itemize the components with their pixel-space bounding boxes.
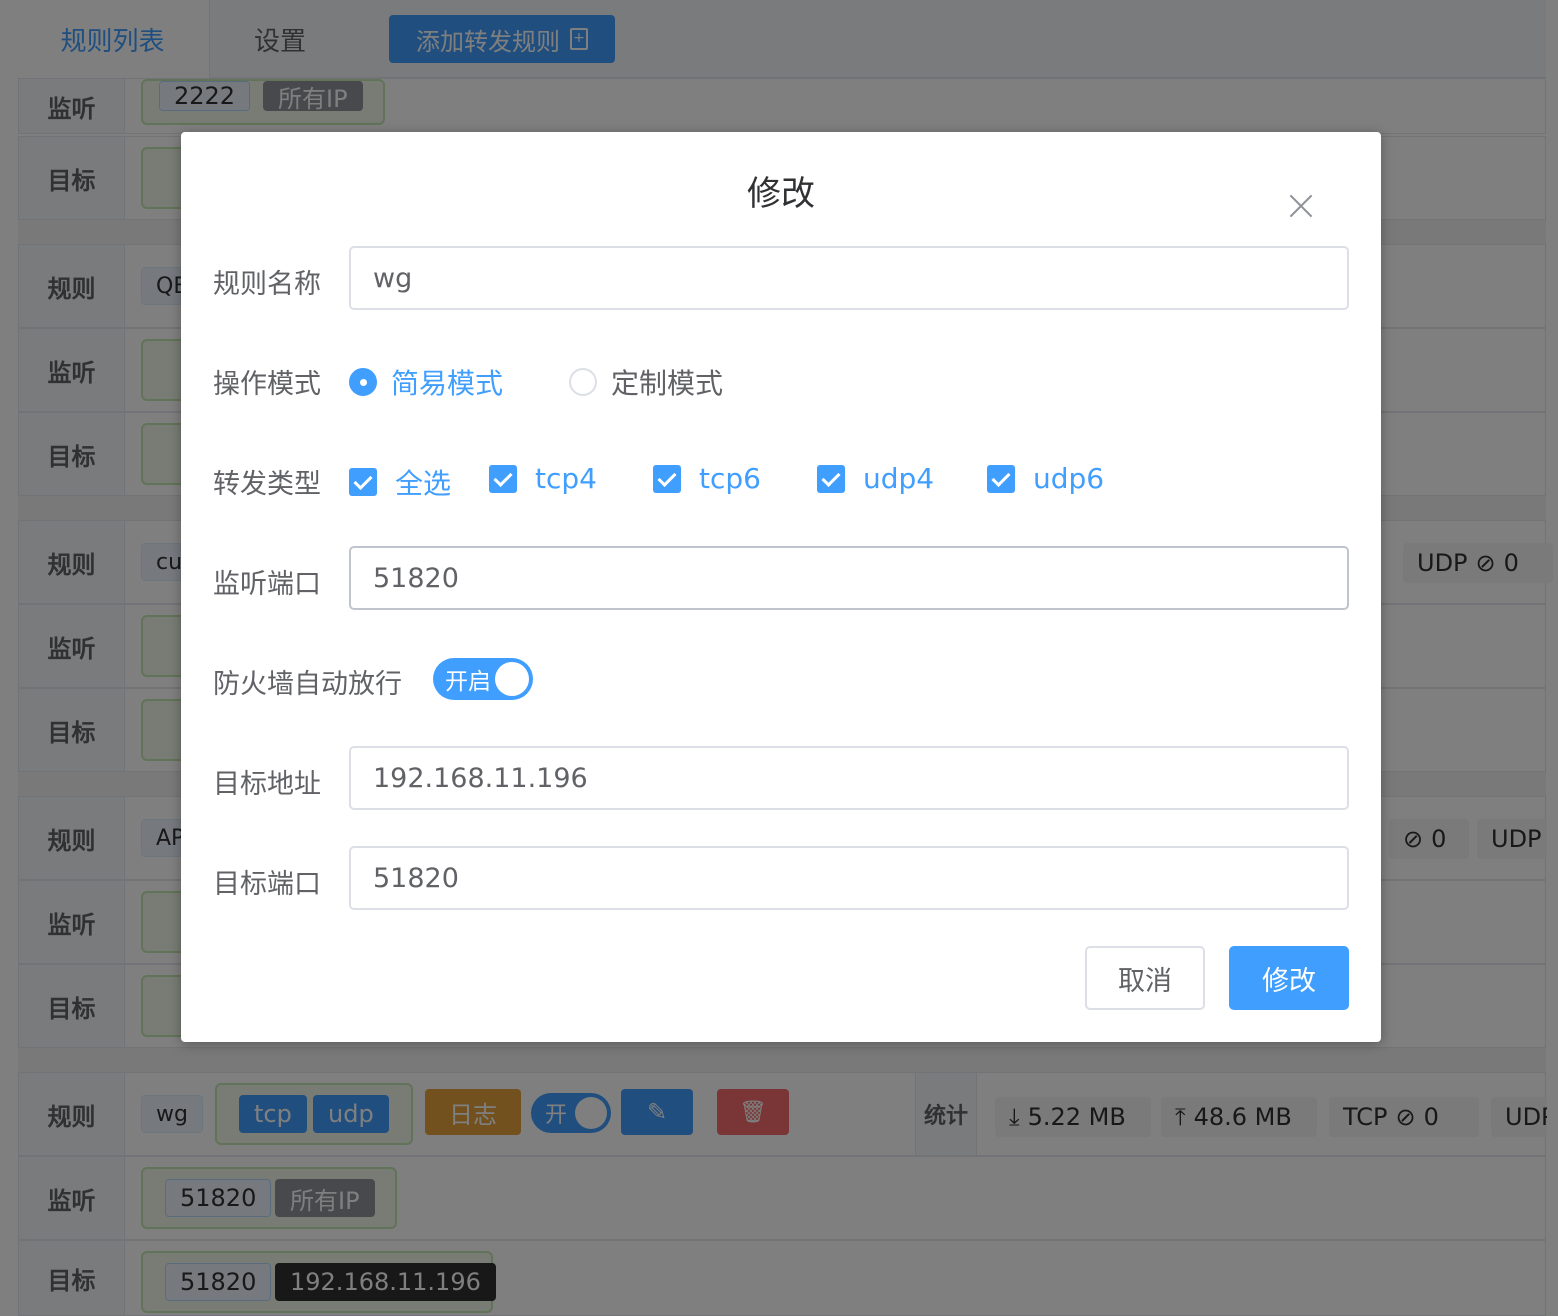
mode-custom-label: 定制模式 bbox=[611, 367, 724, 400]
checkbox-box bbox=[987, 464, 1015, 493]
mode-simple-radio[interactable]: 简易模式 bbox=[349, 362, 503, 402]
switch-label: 开启 bbox=[445, 669, 491, 695]
firewall-label: 防火墙自动放行 bbox=[213, 669, 402, 700]
checkbox-all[interactable]: 全选 bbox=[349, 462, 451, 502]
cancel-button[interactable]: 取消 bbox=[1085, 946, 1205, 1010]
checkbox-tcp4[interactable]: tcp4 bbox=[489, 462, 597, 495]
submit-button[interactable]: 修改 bbox=[1229, 946, 1349, 1010]
target-port-label: 目标端口 bbox=[213, 869, 321, 900]
checkbox-box bbox=[817, 464, 845, 493]
close-icon[interactable] bbox=[1289, 194, 1313, 218]
checkbox-box bbox=[653, 464, 681, 493]
rule-name-label: 规则名称 bbox=[213, 269, 321, 300]
checkbox-tcp6[interactable]: tcp6 bbox=[653, 462, 761, 495]
checkbox-label: 全选 bbox=[395, 467, 452, 500]
checkbox-label: udp4 bbox=[863, 462, 935, 495]
checkbox-udp6[interactable]: udp6 bbox=[987, 462, 1104, 495]
edit-rule-dialog: 修改 规则名称 wg 操作模式 简易模式 定制模式 转发类型 全选 tcp4 t… bbox=[181, 132, 1381, 1042]
radio-dot bbox=[349, 368, 377, 396]
checkbox-udp4[interactable]: udp4 bbox=[817, 462, 934, 495]
mode-custom-radio[interactable]: 定制模式 bbox=[569, 362, 723, 402]
listen-port-input[interactable]: 51820 bbox=[349, 546, 1349, 610]
dialog-title: 修改 bbox=[747, 174, 815, 214]
target-addr-label: 目标地址 bbox=[213, 769, 321, 800]
checkbox-label: tcp6 bbox=[699, 462, 761, 495]
checkbox-box bbox=[489, 464, 517, 493]
switch-knob bbox=[495, 662, 529, 696]
checkbox-box bbox=[349, 468, 377, 496]
mode-simple-label: 简易模式 bbox=[391, 367, 504, 400]
checkbox-label: udp6 bbox=[1033, 462, 1105, 495]
target-addr-input[interactable]: 192.168.11.196 bbox=[349, 746, 1349, 810]
listen-port-label: 监听端口 bbox=[213, 569, 321, 600]
rule-name-input[interactable]: wg bbox=[349, 246, 1349, 310]
radio-dot bbox=[569, 368, 597, 396]
target-port-input[interactable]: 51820 bbox=[349, 846, 1349, 910]
mode-label: 操作模式 bbox=[213, 369, 321, 400]
checkbox-label: tcp4 bbox=[535, 462, 597, 495]
fwd-type-label: 转发类型 bbox=[213, 469, 321, 500]
firewall-switch[interactable]: 开启 bbox=[433, 658, 533, 700]
